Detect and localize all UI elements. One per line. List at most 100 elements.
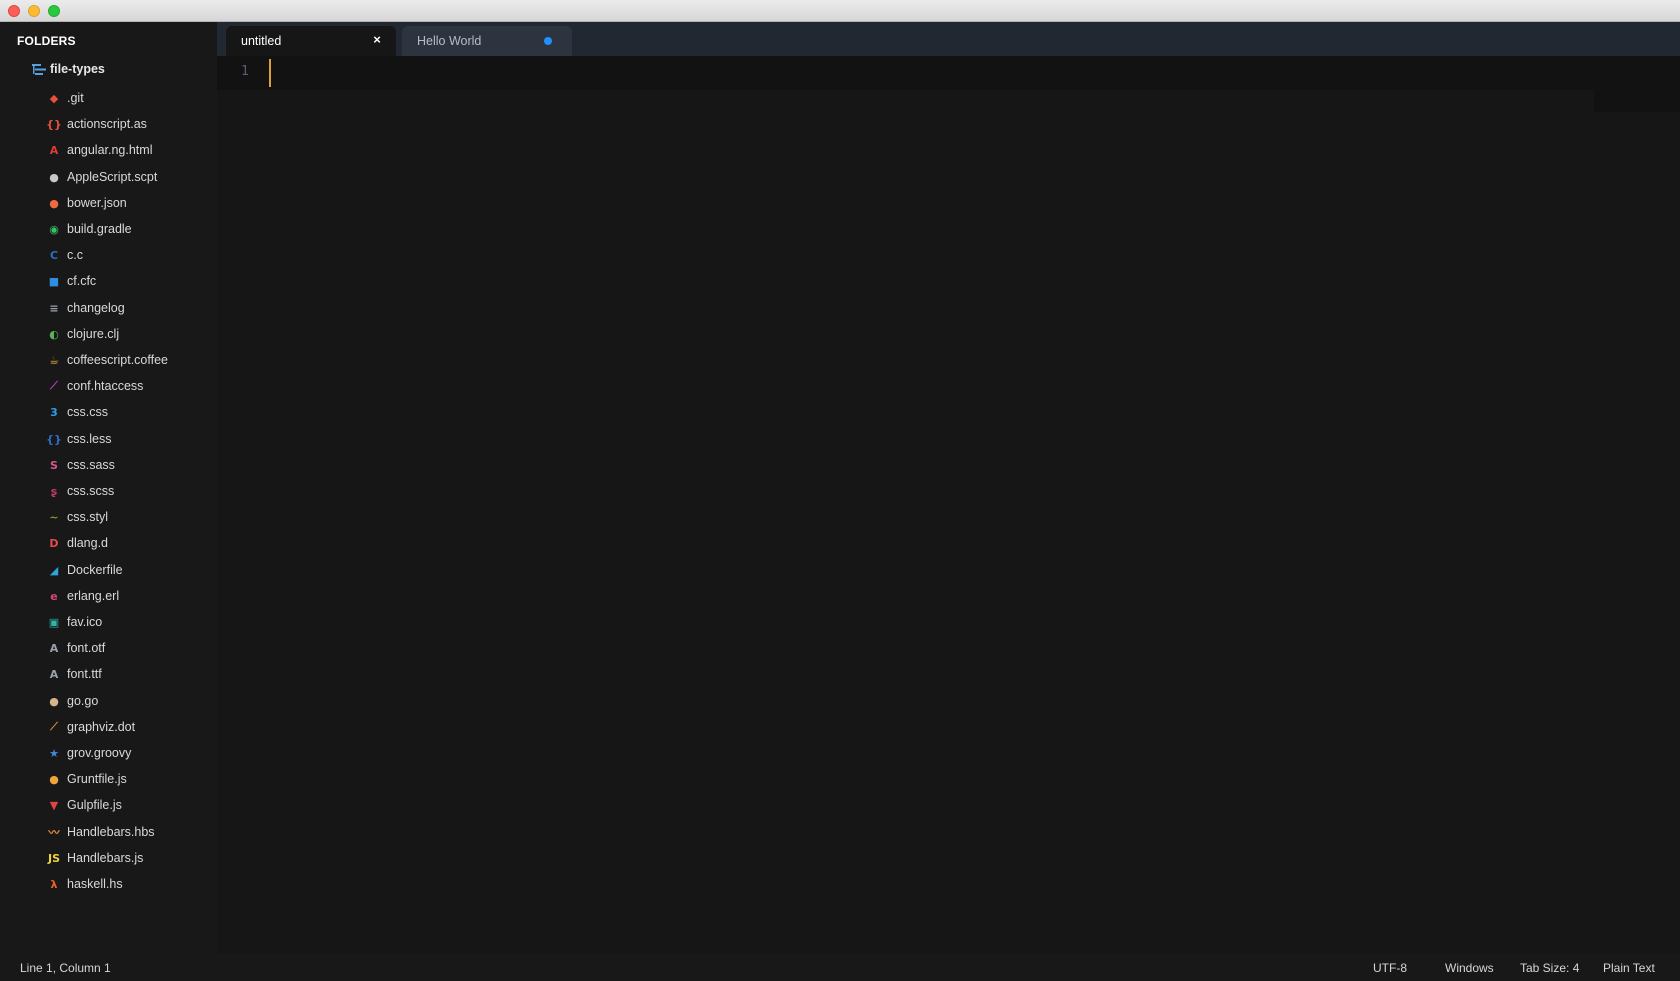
file-name: haskell.hs: [67, 877, 123, 891]
file-name: Gulpfile.js: [67, 798, 122, 812]
tab-bar: untitled × Hello World: [217, 22, 1680, 56]
file-item[interactable]: ■ cf.cfc: [46, 271, 96, 291]
haskell-icon: λ: [50, 877, 58, 891]
tab-label: Hello World: [417, 34, 482, 48]
file-item[interactable]: 3 css.css: [46, 402, 108, 422]
file-name: css.styl: [67, 510, 108, 524]
sidebar: FOLDERS file-types ◆ .git {} actionscript.a…: [0, 22, 217, 954]
file-item[interactable]: ◢ Dockerfile: [46, 560, 123, 580]
file-item[interactable]: ● AppleScript.scpt: [46, 167, 157, 187]
file-name: Dockerfile: [67, 563, 123, 577]
file-item[interactable]: ● bower.json: [46, 193, 127, 213]
file-item[interactable]: λ haskell.hs: [46, 874, 123, 894]
file-item[interactable]: {} actionscript.as: [46, 114, 147, 134]
file-item[interactable]: ▼ Gulpfile.js: [46, 795, 122, 815]
file-item[interactable]: Ddlang.d: [46, 533, 108, 553]
file-name: Gruntfile.js: [67, 772, 127, 786]
file-item[interactable]: ⟋ graphviz.dot: [46, 717, 135, 737]
file-name: clojure.clj: [67, 327, 120, 341]
font-icon: A: [49, 667, 59, 681]
file-name: fav.ico: [67, 615, 103, 629]
tab-size-selector[interactable]: Tab Size: 4: [1520, 961, 1579, 975]
editor-area[interactable]: 1: [217, 56, 1680, 954]
tab-untitled[interactable]: untitled ×: [226, 26, 396, 56]
unsaved-dot-icon[interactable]: [544, 37, 552, 45]
dlang-icon: D: [49, 536, 59, 550]
file-name: css.scss: [67, 484, 115, 498]
git-icon: ◆: [49, 91, 59, 105]
coffee-icon: ☕: [49, 353, 59, 367]
file-item[interactable]: {} css.less: [46, 429, 111, 449]
file-item[interactable]: ◉ build.gradle: [46, 219, 131, 239]
file-item[interactable]: ● go.go: [46, 691, 98, 711]
file-item[interactable]: ☕ coffeescript.coffee: [46, 350, 168, 370]
sass-icon: S: [50, 458, 58, 472]
folder-file-types[interactable]: file-types: [32, 60, 105, 78]
file-name: actionscript.as: [67, 117, 147, 131]
file-item[interactable]: ʂ css.scss: [46, 481, 115, 501]
file-item[interactable]: ◆ .git: [46, 88, 84, 108]
file-item[interactable]: Afont.otf: [46, 638, 106, 658]
file-name: Handlebars.hbs: [67, 825, 155, 839]
file-name: grov.groovy: [67, 746, 132, 760]
file-name: css.less: [67, 432, 112, 446]
file-name: erlang.erl: [67, 589, 120, 603]
file-name: angular.ng.html: [67, 143, 153, 157]
close-tab-icon[interactable]: ×: [370, 33, 384, 47]
c-icon: C: [49, 248, 59, 262]
file-item[interactable]: Afont.ttf: [46, 664, 102, 684]
file-item[interactable]: Scss.sass: [46, 455, 115, 475]
file-name: cf.cfc: [67, 274, 97, 288]
file-name: css.sass: [67, 458, 115, 472]
apache-feather-icon: ⟋: [50, 379, 58, 392]
file-item[interactable]: Cc.c: [46, 245, 83, 265]
file-item[interactable]: ◐ clojure.clj: [46, 324, 119, 344]
tab-label: untitled: [241, 34, 282, 48]
line-endings-selector[interactable]: Windows: [1445, 961, 1494, 975]
file-item[interactable]: Aangular.ng.html: [46, 140, 153, 160]
changelog-icon: ≡: [49, 301, 59, 315]
window-minimize-button[interactable]: [28, 5, 40, 17]
file-name: AppleScript.scpt: [67, 170, 158, 184]
grunt-icon: ●: [49, 772, 59, 786]
file-item[interactable]: ▣ fav.ico: [46, 612, 102, 632]
window-close-button[interactable]: [8, 5, 20, 17]
clojure-icon: ◐: [49, 327, 59, 341]
erlang-icon: e: [50, 589, 58, 603]
encoding-selector[interactable]: UTF-8: [1373, 961, 1407, 975]
tab-hello-world[interactable]: Hello World: [402, 26, 572, 56]
file-item[interactable]: ● Gruntfile.js: [46, 769, 127, 789]
file-name: changelog: [67, 301, 125, 315]
gopher-icon: ●: [49, 694, 59, 708]
bower-icon: ●: [49, 196, 59, 210]
file-item[interactable]: ⟋ conf.htaccess: [46, 376, 143, 396]
gulp-icon: ▼: [49, 798, 59, 812]
font-icon: A: [49, 641, 59, 655]
file-item[interactable]: ≡ changelog: [46, 298, 125, 318]
file-item[interactable]: ~ css.styl: [46, 507, 108, 527]
file-item[interactable]: ★ grov.groovy: [46, 743, 131, 763]
file-name: go.go: [67, 694, 99, 708]
actionscript-icon: {}: [46, 117, 62, 131]
folder-name: file-types: [50, 62, 105, 76]
file-name: Handlebars.js: [67, 851, 144, 865]
file-item[interactable]: 〰 Handlebars.hbs: [46, 822, 155, 842]
file-name: font.ttf: [67, 667, 102, 681]
minimap[interactable]: [1594, 56, 1680, 112]
folder-tree-icon: [32, 63, 46, 75]
file-name: conf.htaccess: [67, 379, 144, 393]
graphviz-icon: ⟋: [50, 720, 58, 733]
file-name: .git: [67, 91, 84, 105]
current-line-highlight: [217, 56, 1594, 90]
line-number: 1: [241, 64, 249, 79]
image-icon: ▣: [48, 615, 60, 629]
file-item[interactable]: e erlang.erl: [46, 586, 119, 606]
sidebar-header: FOLDERS: [17, 34, 76, 48]
file-name: font.otf: [67, 641, 106, 655]
groovy-star-icon: ★: [49, 746, 59, 760]
file-name: coffeescript.coffee: [67, 353, 168, 367]
syntax-selector[interactable]: Plain Text: [1603, 961, 1655, 975]
file-item[interactable]: JS Handlebars.js: [46, 848, 143, 868]
window-maximize-button[interactable]: [48, 5, 60, 17]
window-titlebar: [0, 0, 1680, 22]
